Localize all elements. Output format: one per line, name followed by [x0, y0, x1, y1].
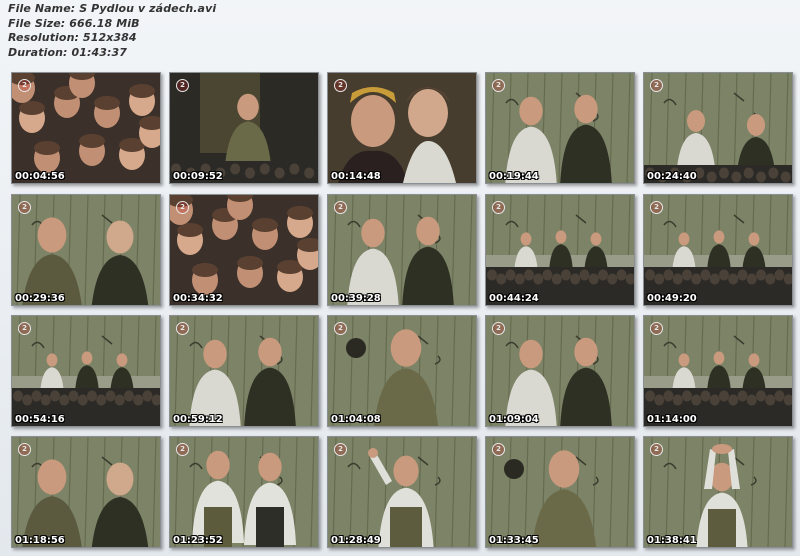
channel-logo-icon: 2 [176, 79, 189, 92]
frame-image [486, 316, 634, 426]
thumbnail-1: 2 00:04:56 [11, 72, 161, 184]
thumbnail-11: 2 00:54:16 [11, 315, 161, 427]
channel-logo-icon: 2 [176, 443, 189, 456]
timestamp-label: 00:09:52 [173, 171, 223, 182]
frame-image [328, 437, 476, 547]
channel-logo-icon: 2 [492, 322, 505, 335]
timestamp-label: 00:34:32 [173, 293, 223, 304]
frame-image [486, 73, 634, 183]
timestamp-label: 00:49:20 [647, 293, 697, 304]
timestamp-label: 01:33:45 [489, 535, 539, 546]
timestamp-label: 00:24:40 [647, 171, 697, 182]
thumbnail-13: 2 01:04:08 [327, 315, 477, 427]
frame-image [12, 73, 160, 183]
timestamp-label: 01:23:52 [173, 535, 223, 546]
frame-image [486, 195, 634, 305]
thumbnail-10: 2 00:49:20 [643, 194, 793, 306]
timestamp-label: 00:29:36 [15, 293, 65, 304]
channel-logo-icon: 2 [334, 443, 347, 456]
thumbnail-7: 2 00:34:32 [169, 194, 319, 306]
frame-image [328, 316, 476, 426]
channel-logo-icon: 2 [650, 201, 663, 214]
thumbnail-12: 2 00:59:12 [169, 315, 319, 427]
thumbnail-19: 2 01:33:45 [485, 436, 635, 548]
thumbnail-18: 2 01:28:49 [327, 436, 477, 548]
frame-image [644, 316, 792, 426]
thumbnail-6: 2 00:29:36 [11, 194, 161, 306]
timestamp-label: 01:14:00 [647, 414, 697, 425]
frame-image [644, 195, 792, 305]
timestamp-label: 00:39:28 [331, 293, 381, 304]
frame-image [12, 437, 160, 547]
thumbnail-5: 2 00:24:40 [643, 72, 793, 184]
channel-logo-icon: 2 [650, 443, 663, 456]
frame-image [328, 73, 476, 183]
timestamp-label: 00:19:44 [489, 171, 539, 182]
channel-logo-icon: 2 [492, 79, 505, 92]
thumbnail-20: 2 01:38:41 [643, 436, 793, 548]
timestamp-label: 00:44:24 [489, 293, 539, 304]
channel-logo-icon: 2 [18, 79, 31, 92]
frame-image [328, 195, 476, 305]
thumbnail-14: 2 01:09:04 [485, 315, 635, 427]
thumbnail-9: 2 00:44:24 [485, 194, 635, 306]
timestamp-label: 00:04:56 [15, 171, 65, 182]
timestamp-label: 01:04:08 [331, 414, 381, 425]
channel-logo-icon: 2 [334, 201, 347, 214]
channel-logo-icon: 2 [18, 322, 31, 335]
frame-image [170, 437, 318, 547]
thumbnail-17: 2 01:23:52 [169, 436, 319, 548]
channel-logo-icon: 2 [334, 79, 347, 92]
frame-image [644, 73, 792, 183]
channel-logo-icon: 2 [650, 79, 663, 92]
thumbnail-16: 2 01:18:56 [11, 436, 161, 548]
thumbnail-15: 2 01:14:00 [643, 315, 793, 427]
frame-image [486, 437, 634, 547]
frame-image [170, 195, 318, 305]
thumbnail-2: 2 00:09:52 [169, 72, 319, 184]
timestamp-label: 01:28:49 [331, 535, 381, 546]
timestamp-label: 00:59:12 [173, 414, 223, 425]
thumbnail-grid: 2 00:04:56 2 00:09:52 2 00:14:48 2 00:19:44 2… [0, 0, 800, 556]
timestamp-label: 00:54:16 [15, 414, 65, 425]
frame-image [644, 437, 792, 547]
thumbnail-8: 2 00:39:28 [327, 194, 477, 306]
channel-logo-icon: 2 [176, 201, 189, 214]
frame-image [12, 316, 160, 426]
channel-logo-icon: 2 [176, 322, 189, 335]
thumbnail-4: 2 00:19:44 [485, 72, 635, 184]
channel-logo-icon: 2 [650, 322, 663, 335]
frame-image [170, 316, 318, 426]
timestamp-label: 00:14:48 [331, 171, 381, 182]
channel-logo-icon: 2 [18, 443, 31, 456]
timestamp-label: 01:18:56 [15, 535, 65, 546]
channel-logo-icon: 2 [492, 201, 505, 214]
frame-image [12, 195, 160, 305]
timestamp-label: 01:09:04 [489, 414, 539, 425]
channel-logo-icon: 2 [492, 443, 505, 456]
frame-image [170, 73, 318, 183]
channel-logo-icon: 2 [18, 201, 31, 214]
thumbnail-3: 2 00:14:48 [327, 72, 477, 184]
channel-logo-icon: 2 [334, 322, 347, 335]
timestamp-label: 01:38:41 [647, 535, 697, 546]
